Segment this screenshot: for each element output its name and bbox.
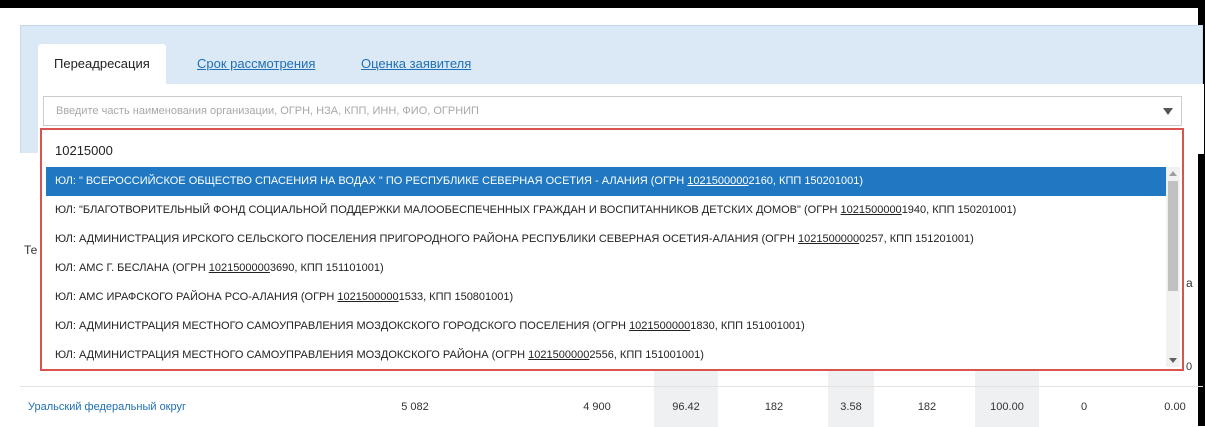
- option-match: 1021500000: [528, 349, 590, 361]
- table-cell: 96.42: [654, 387, 718, 427]
- dropdown-scrollbar[interactable]: [1166, 167, 1180, 367]
- option-match: 1021500000: [629, 320, 691, 332]
- list-item[interactable]: ЮЛ: АДМИНИСТРАЦИЯ МЕСТНОГО САМОУПРАВЛЕНИ…: [46, 312, 1166, 341]
- option-match: 1021500000: [840, 204, 902, 216]
- option-text: 2160, КПП 150201001): [748, 175, 864, 187]
- list-item[interactable]: ЮЛ: "БЛАГОТВОРИТЕЛЬНЫЙ ФОНД СОЦИАЛЬНОЙ П…: [46, 196, 1166, 225]
- table-cell: 182: [917, 401, 937, 413]
- option-match: 1021500000: [687, 175, 749, 187]
- organization-select[interactable]: Введите часть наименования организации, …: [43, 96, 1182, 126]
- scroll-up-icon[interactable]: [1169, 171, 1177, 176]
- window-frame-top: [0, 0, 1205, 8]
- option-match: 1021500000: [797, 233, 860, 245]
- option-text: ЮЛ: "БЛАГОТВОРИТЕЛЬНЫЙ ФОНД СОЦИАЛЬНОЙ П…: [55, 204, 841, 216]
- option-text: ЮЛ: АМС ИРАФСКОГО РАЙОНА РСО-АЛАНИЯ (ОГР…: [55, 291, 338, 303]
- option-text: 1533, КПП 150801001): [398, 291, 514, 303]
- options-list: ЮЛ: " ВСЕРОССИЙСКОЕ ОБЩЕСТВО СПАСЕНИЯ НА…: [46, 167, 1166, 369]
- organization-dropdown: ЮЛ: " ВСЕРОССИЙСКОЕ ОБЩЕСТВО СПАСЕНИЯ НА…: [40, 128, 1184, 371]
- table-row: Уральский федеральный округ 5 082 4 900 …: [20, 386, 1203, 427]
- chevron-down-icon[interactable]: [1163, 108, 1173, 115]
- list-item[interactable]: ЮЛ: АДМИНИСТРАЦИЯ МЕСТНОГО САМОУПРАВЛЕНИ…: [46, 341, 1166, 369]
- table-header-fragment-right: а: [1186, 276, 1193, 290]
- option-text: ЮЛ: АДМИНИСТРАЦИЯ МЕСТНОГО САМОУПРАВЛЕНИ…: [55, 320, 630, 332]
- table-cell: 0.00: [1164, 401, 1186, 413]
- organization-search-input[interactable]: [49, 137, 1182, 163]
- scroll-down-icon[interactable]: [1169, 358, 1177, 363]
- table-cell-district-link[interactable]: Уральский федеральный округ: [20, 387, 358, 427]
- option-text: 0257, КПП 151201001): [859, 233, 974, 245]
- tab-srok-rassmotreniya[interactable]: Срок рассмотрения: [181, 44, 331, 84]
- table-cell: 3.58: [828, 387, 874, 427]
- list-item[interactable]: ЮЛ: АМС ИРАФСКОГО РАЙОНА РСО-АЛАНИЯ (ОГР…: [46, 283, 1166, 312]
- list-item[interactable]: ЮЛ: " ВСЕРОССИЙСКОЕ ОБЩЕСТВО СПАСЕНИЯ НА…: [46, 167, 1166, 196]
- option-text: ЮЛ: АДМИНИСТРАЦИЯ ИРСКОГО СЕЛЬСКОГО ПОСЕ…: [55, 233, 798, 245]
- option-match: 1021500000: [337, 291, 399, 303]
- option-text: 3690, КПП 151101001): [269, 262, 384, 274]
- table-cell: 100.00: [975, 387, 1039, 427]
- option-text: ЮЛ: АМС Г. БЕСЛАНА (ОГРН: [55, 262, 209, 274]
- list-item[interactable]: ЮЛ: АМС Г. БЕСЛАНА (ОГРН 10215000003690,…: [46, 254, 1166, 283]
- option-match: 1021500000: [208, 262, 270, 274]
- table-cell: 4 900: [583, 401, 611, 413]
- option-text: 1940, КПП 150201001): [901, 204, 1017, 216]
- tab-ocenka-zayavitelya[interactable]: Оценка заявителя: [345, 44, 487, 84]
- scrollbar-thumb[interactable]: [1168, 181, 1178, 291]
- option-text: ЮЛ: " ВСЕРОССИЙСКОЕ ОБЩЕСТВО СПАСЕНИЯ НА…: [55, 175, 688, 187]
- option-text: 2556, КПП 151001001): [589, 349, 704, 361]
- table-cell: 0: [1080, 401, 1088, 413]
- table-header-fragment: Те: [24, 243, 38, 257]
- organization-select-placeholder: Введите часть наименования организации, …: [56, 105, 479, 117]
- tab-pereadresaciya[interactable]: Переадресация: [38, 44, 166, 84]
- table-cell: 5 082: [401, 401, 429, 413]
- option-text: ЮЛ: АДМИНИСТРАЦИЯ МЕСТНОГО САМОУПРАВЛЕНИ…: [55, 349, 529, 361]
- table-cell: 182: [764, 401, 784, 413]
- list-item[interactable]: ЮЛ: АДМИНИСТРАЦИЯ ИРСКОГО СЕЛЬСКОГО ПОСЕ…: [46, 225, 1166, 254]
- option-text: 1830, КПП 151001001): [690, 320, 805, 332]
